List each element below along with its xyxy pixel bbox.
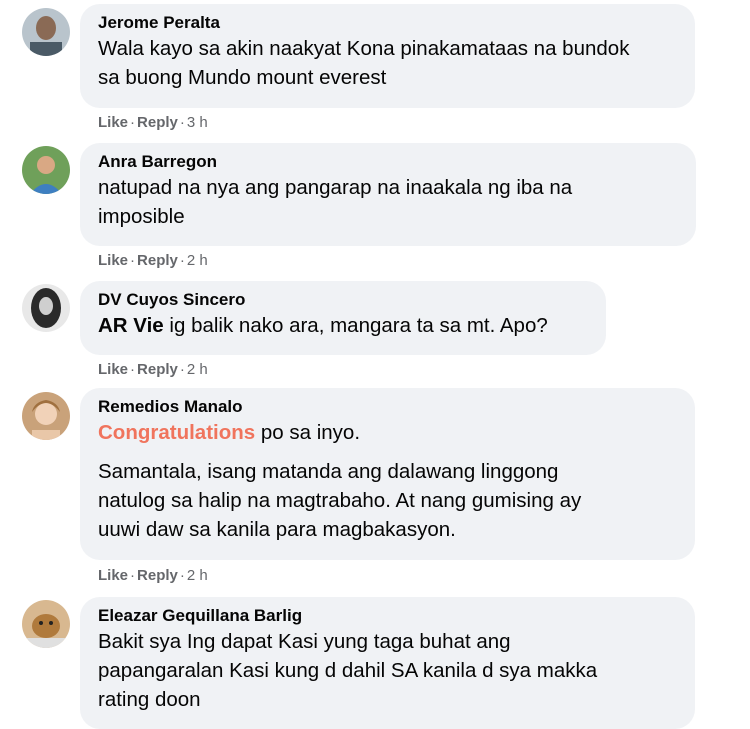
comment-text: po sa inyo.: [255, 421, 361, 444]
comment-author[interactable]: DV Cuyos Sincero: [98, 290, 588, 310]
highlighted-keyword: Congratulations: [98, 421, 256, 444]
user-avatar-icon: [22, 284, 70, 332]
comment-text-line: papangaralan Kasi kung d dahil SA kanila…: [98, 659, 598, 682]
comment-bubble: Jerome Peralta Wala kayo sa akin naakyat…: [80, 4, 695, 108]
comment-actions: Like · Reply · 3 h: [98, 114, 208, 132]
comment-actions: Like · Reply · 2 h: [98, 252, 208, 270]
separator-dot: ·: [179, 252, 185, 269]
reply-button[interactable]: Reply: [137, 114, 178, 131]
comment-timestamp[interactable]: 2 h: [187, 567, 208, 584]
comment-timestamp[interactable]: 2 h: [187, 361, 208, 378]
comment-author[interactable]: Jerome Peralta: [98, 13, 677, 33]
comment-text-line: Samantala, isang matanda ang dalawang li…: [98, 460, 559, 483]
reply-button[interactable]: Reply: [137, 361, 178, 378]
comment-text-line: natulog sa halip na magtrabaho. At nang …: [98, 489, 582, 512]
comment-text-line: Wala kayo sa akin naakyat Kona pinakamat…: [98, 37, 630, 60]
comment-text: ig balik nako ara, mangara ta sa mt. Apo…: [163, 314, 548, 337]
like-button[interactable]: Like: [98, 361, 128, 378]
like-button[interactable]: Like: [98, 114, 128, 131]
avatar[interactable]: [22, 284, 70, 332]
separator-dot: ·: [130, 567, 136, 584]
avatar[interactable]: [22, 392, 70, 440]
comment-bubble: Eleazar Gequillana Barlig Bakit sya Ing …: [80, 597, 695, 729]
separator-dot: ·: [130, 252, 136, 269]
mention-link[interactable]: AR Vie: [98, 314, 164, 337]
separator-dot: ·: [179, 114, 185, 131]
avatar[interactable]: [22, 8, 70, 56]
user-avatar-icon: [22, 600, 70, 648]
comment-timestamp[interactable]: 2 h: [187, 252, 208, 269]
comment-text-line: uuwi daw sa kanila para magbakasyon.: [98, 518, 456, 541]
comment-author[interactable]: Eleazar Gequillana Barlig: [98, 606, 677, 626]
comment-bubble: DV Cuyos Sincero AR Vie ig balik nako ar…: [80, 281, 606, 355]
user-avatar-icon: [22, 392, 70, 440]
comment-timestamp[interactable]: 3 h: [187, 114, 208, 131]
separator-dot: ·: [179, 567, 185, 584]
comment-author[interactable]: Anra Barregon: [98, 152, 678, 172]
comment-text-line: sa buong Mundo mount everest: [98, 66, 387, 89]
separator-dot: ·: [130, 361, 136, 378]
user-avatar-icon: [22, 8, 70, 56]
separator-dot: ·: [130, 114, 136, 131]
comment-author[interactable]: Remedios Manalo: [98, 397, 677, 417]
comment-actions: Like · Reply · 2 h: [98, 567, 208, 585]
comment-text-line: AR Vie ig balik nako ara, mangara ta sa …: [98, 311, 588, 340]
reply-button[interactable]: Reply: [137, 252, 178, 269]
avatar[interactable]: [22, 600, 70, 648]
like-button[interactable]: Like: [98, 252, 128, 269]
comment-bubble: Remedios Manalo Congratulations po sa in…: [80, 388, 695, 560]
comment-text-line: rating doon: [98, 688, 201, 711]
comment-text-line: Congratulations po sa inyo.: [98, 418, 677, 447]
avatar[interactable]: [22, 146, 70, 194]
comment-text-line: natupad na nya ang pangarap na inaakala …: [98, 176, 573, 199]
user-avatar-icon: [22, 146, 70, 194]
separator-dot: ·: [179, 361, 185, 378]
comment-text-line: imposible: [98, 205, 185, 228]
comment-bubble: Anra Barregon natupad na nya ang pangara…: [80, 143, 696, 246]
reply-button[interactable]: Reply: [137, 567, 178, 584]
comment-actions: Like · Reply · 2 h: [98, 361, 208, 379]
comment-text-line: Bakit sya Ing dapat Kasi yung taga buhat…: [98, 630, 511, 653]
like-button[interactable]: Like: [98, 567, 128, 584]
